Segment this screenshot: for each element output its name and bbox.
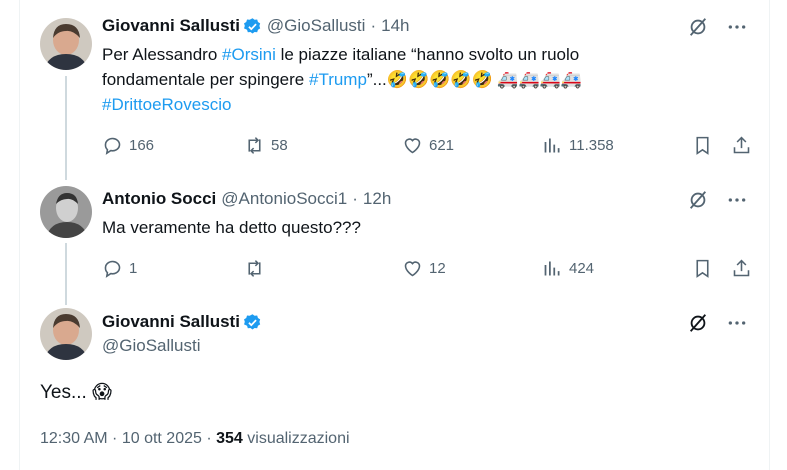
- grok-icon[interactable]: [687, 189, 709, 211]
- main-tweet-header: Giovanni Sallusti: [102, 312, 262, 332]
- like-button[interactable]: 12: [402, 258, 542, 279]
- views-icon: [544, 261, 560, 276]
- view-count: 424: [569, 260, 595, 277]
- reply-count: 166: [129, 137, 155, 154]
- timestamp[interactable]: 12:30 AM · 10 ott 2025 ·: [40, 430, 216, 447]
- tweet-actions: 166 58 621 11.358: [102, 135, 752, 156]
- main-tweet-meta: 12:30 AM · 10 ott 2025 · 354 visualizzaz…: [40, 430, 350, 448]
- hashtag-orsini[interactable]: #Orsini: [222, 45, 276, 64]
- like-button[interactable]: 621: [402, 135, 542, 156]
- more-icon[interactable]: [727, 190, 747, 210]
- retweet-icon: [248, 137, 261, 154]
- like-count: 12: [429, 260, 446, 277]
- avatar[interactable]: [40, 18, 92, 70]
- share-button[interactable]: [731, 135, 752, 156]
- display-name[interactable]: Giovanni Sallusti: [102, 16, 240, 36]
- emoji-run: 🤣🤣🤣🤣🤣 🚑🚑🚑🚑: [386, 70, 583, 89]
- tweet-top-icons: [687, 189, 747, 211]
- more-icon[interactable]: [727, 17, 747, 37]
- retweet-button[interactable]: [244, 258, 402, 279]
- view-count: 11.358: [569, 137, 614, 154]
- tweet-top-icons: [687, 16, 747, 38]
- separator-dot: ·: [352, 189, 358, 208]
- bookmark-icon: [696, 259, 709, 278]
- heart-icon: [404, 261, 421, 277]
- tweet-actions: 1 12 424: [102, 258, 752, 279]
- handle[interactable]: @GioSallusti: [267, 16, 366, 36]
- timestamp[interactable]: 14h: [381, 16, 409, 36]
- share-icon: [733, 259, 750, 277]
- tweet-text: Per Alessandro #Orsini le piazze italian…: [102, 42, 722, 117]
- separator-dot: ·: [370, 16, 377, 35]
- hashtag-trump[interactable]: #Trump: [309, 70, 367, 89]
- thread-line: [65, 76, 67, 180]
- views-icon: [544, 138, 560, 153]
- hashtag-drittoerovescio[interactable]: #DrittoeRovescio: [102, 95, 231, 114]
- retweet-icon: [248, 260, 261, 277]
- verified-badge-icon: [243, 313, 261, 330]
- text-segment: ”...: [366, 70, 387, 89]
- view-count: 354: [216, 430, 243, 447]
- tweet-header: Antonio Socci @AntonioSocci1 · 12h: [102, 189, 391, 209]
- text-segment: fondamentale per spingere: [102, 70, 309, 89]
- bookmark-icon: [696, 136, 709, 155]
- text-segment: Per Alessandro: [102, 45, 223, 64]
- share-button[interactable]: [731, 258, 752, 279]
- reply-count: 1: [129, 260, 138, 277]
- handle[interactable]: @GioSallusti: [102, 336, 201, 356]
- avatar[interactable]: [40, 186, 92, 238]
- text-segment: le piazze italiane “hanno svolto un ruol…: [275, 45, 580, 64]
- reply-icon: [104, 137, 121, 155]
- main-tweet-text: Yes... 😱: [40, 382, 112, 403]
- views-button[interactable]: 11.358: [542, 135, 614, 156]
- reply-icon: [104, 260, 121, 278]
- tweet-top-icons: [687, 312, 747, 334]
- grok-icon[interactable]: [687, 16, 709, 38]
- more-icon[interactable]: [727, 313, 747, 333]
- display-name[interactable]: Giovanni Sallusti: [102, 312, 240, 332]
- display-name[interactable]: Antonio Socci: [102, 189, 216, 209]
- grok-icon[interactable]: [687, 312, 709, 334]
- timestamp[interactable]: 12h: [363, 189, 391, 209]
- reply-button[interactable]: 166: [102, 135, 244, 156]
- thread-line: [65, 243, 67, 305]
- verified-badge-icon: [243, 17, 261, 34]
- bookmark-button[interactable]: [692, 258, 713, 279]
- reply-button[interactable]: 1: [102, 258, 244, 279]
- bookmark-button[interactable]: [692, 135, 713, 156]
- heart-icon: [404, 138, 421, 154]
- tweet-text: Ma veramente ha detto questo???: [102, 218, 361, 237]
- tweet-header: Giovanni Sallusti @GioSallusti · 14h: [102, 16, 409, 36]
- retweet-button[interactable]: 58: [244, 135, 402, 156]
- views-label: visualizzazioni: [242, 430, 350, 447]
- avatar[interactable]: [40, 308, 92, 360]
- share-icon: [733, 136, 750, 154]
- like-count: 621: [429, 137, 455, 154]
- handle[interactable]: @AntonioSocci1: [221, 189, 347, 209]
- main-handle-row: @GioSallusti: [102, 336, 201, 356]
- views-button[interactable]: 424: [542, 258, 594, 279]
- retweet-count: 58: [271, 137, 288, 154]
